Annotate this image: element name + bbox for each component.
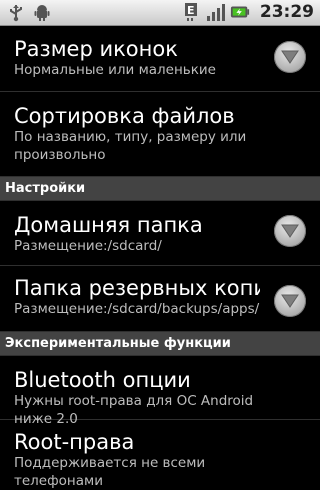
pref-bluetooth-options[interactable]: Bluetooth опции Нужны root-права для ОС … [0,356,320,427]
system-icons: E 23:29 [182,2,314,22]
preferences-list: Размер иконок Нормальные или маленькие С… [0,26,320,490]
usb-icon [6,3,26,23]
pref-title: Папка резервных копий [14,276,260,300]
data-e-icon: E [182,2,202,22]
status-bar: E 23:29 [0,0,320,26]
pref-icon-size[interactable]: Размер иконок Нормальные или маленькие [0,26,320,92]
network-type-label: E [187,4,195,17]
pref-title: Домашняя папка [14,213,203,237]
signal-icon [206,2,226,22]
pref-summary: Нормальные или маленькие [14,62,216,78]
pref-summary: Размещение:/sdcard/backups/apps/ [14,301,260,317]
section-header-experimental: Экспериментальные функции [0,332,320,356]
pref-title: Bluetooth опции [14,368,191,392]
android-icon [32,3,52,23]
pref-summary: По названию, типу, размеру или произволь… [14,129,247,163]
clock: 23:29 [259,2,314,22]
pref-title: Сортировка файлов [14,104,235,128]
pref-title: Размер иконок [14,37,178,61]
pref-backup-folder[interactable]: Папка резервных копий Размещение:/sdcard… [0,266,320,332]
pref-summary: Поддерживается не всеми телефонами [14,455,206,489]
pref-home-folder[interactable]: Домашняя папка Размещение:/sdcard/ [0,201,320,266]
pref-summary: Размещение:/sdcard/ [14,238,162,254]
section-header-settings: Настройки [0,177,320,201]
pref-title: Root-права [14,430,135,454]
battery-icon [230,2,250,22]
pref-file-sorting[interactable]: Сортировка файлов По названию, типу, раз… [0,92,320,177]
dropdown-arrow-icon[interactable] [274,285,306,317]
notification-icons [6,3,52,23]
dropdown-arrow-icon[interactable] [274,41,306,73]
dropdown-arrow-icon[interactable] [274,215,306,247]
